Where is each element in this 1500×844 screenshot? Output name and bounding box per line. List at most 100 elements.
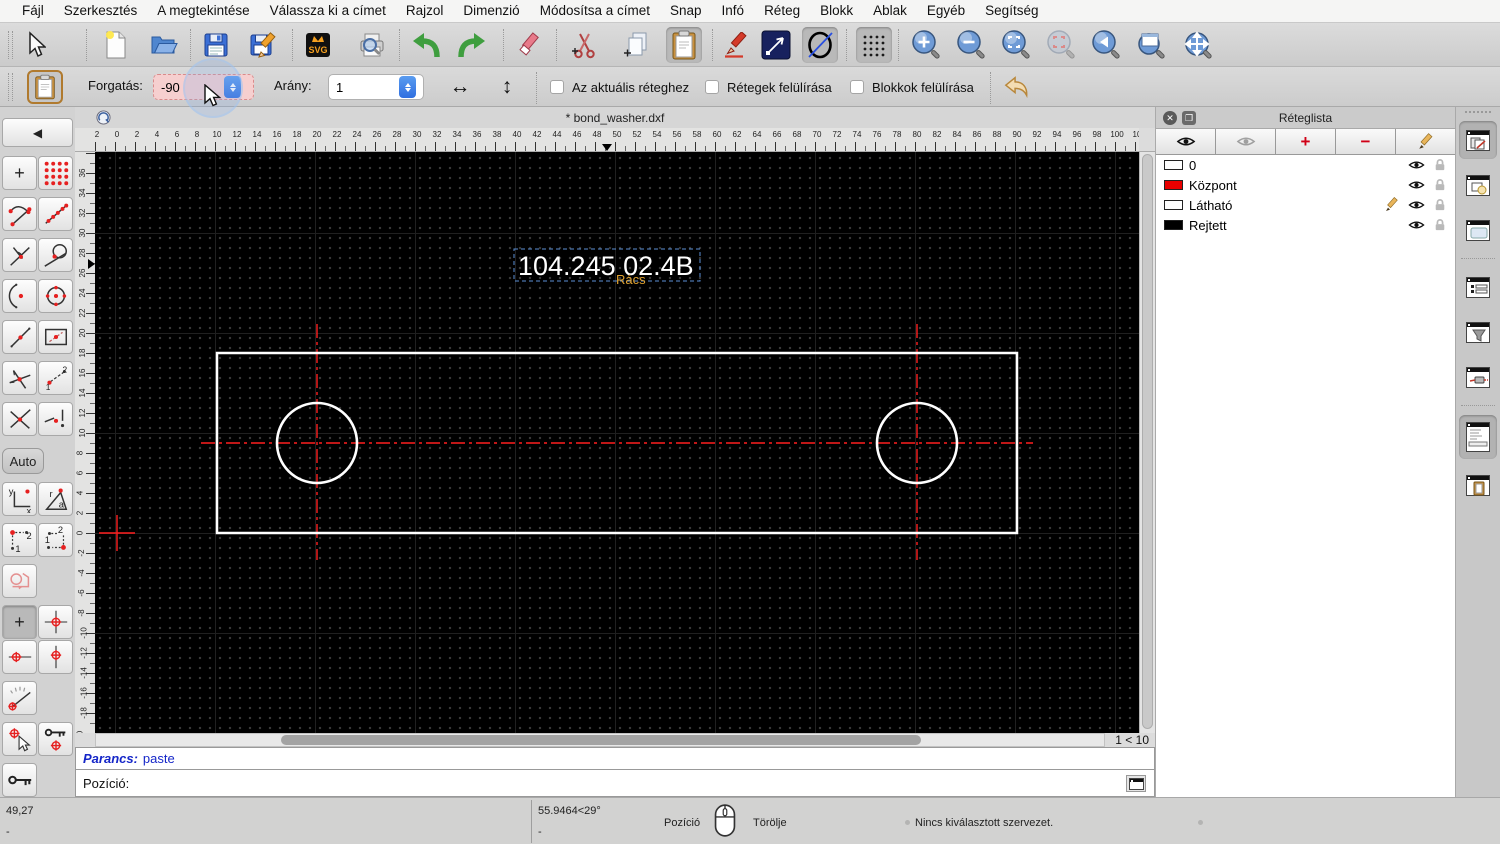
horizontal-scrollbar[interactable]	[95, 733, 1105, 747]
snap-perpendicular-button[interactable]	[2, 238, 37, 272]
menu-item[interactable]: Ablak	[863, 0, 917, 22]
menu-item[interactable]: Rajzol	[396, 0, 454, 22]
snap-reference-button[interactable]	[38, 320, 73, 354]
layer-lock-toggle[interactable]	[1431, 178, 1449, 192]
snap-free-button[interactable]: +	[2, 156, 37, 190]
snap-intersection-manual-button[interactable]	[2, 402, 37, 436]
snap-vertical-button[interactable]	[38, 402, 73, 436]
layer-visibility-toggle[interactable]	[1407, 199, 1425, 211]
zoom-in-button[interactable]	[908, 27, 944, 63]
scale-input[interactable]	[329, 79, 399, 95]
set-relative-zero-button[interactable]	[2, 722, 37, 756]
menu-item[interactable]: Snap	[660, 0, 712, 22]
line-tool-button[interactable]	[758, 27, 794, 63]
restrict-orthogonal-button[interactable]	[38, 605, 73, 639]
corner-sequence-b-button[interactable]: 12	[38, 523, 73, 557]
layer-visibility-toggle[interactable]	[1407, 179, 1425, 191]
layer-row[interactable]: 0	[1156, 155, 1455, 175]
add-layer-button[interactable]: +	[1276, 129, 1336, 154]
layer-lock-toggle[interactable]	[1431, 218, 1449, 232]
snap-grid-button[interactable]	[38, 156, 73, 190]
pen-palette-dock-button[interactable]	[1459, 358, 1497, 396]
layer-list-dock-button[interactable]	[1459, 121, 1497, 159]
menu-item[interactable]: Szerkesztés	[54, 0, 148, 22]
snap-circle-center-button[interactable]	[38, 279, 73, 313]
menu-item[interactable]: Dimenzió	[453, 0, 529, 22]
library-browser-dock-button[interactable]	[1459, 211, 1497, 249]
redo-button[interactable]	[454, 27, 490, 63]
delete-eraser-button[interactable]	[512, 27, 548, 63]
rotation-spinner[interactable]	[224, 76, 241, 98]
flip-horizontal-button[interactable]: ↔	[443, 71, 477, 103]
dock-drag-handle[interactable]	[1465, 111, 1491, 115]
menu-item[interactable]: Egyéb	[917, 0, 975, 22]
toolbar-drag-handle[interactable]	[8, 31, 13, 59]
rotation-input[interactable]	[154, 79, 224, 95]
zoom-out-button[interactable]	[953, 27, 989, 63]
new-file-button[interactable]	[98, 27, 134, 63]
layer-visibility-toggle[interactable]	[1407, 219, 1425, 231]
layer-panel-titlebar[interactable]: ✕ ❐ Réteglista	[1156, 107, 1455, 129]
menu-item[interactable]: Infó	[712, 0, 755, 22]
clipboard-dock-button[interactable]	[1459, 466, 1497, 504]
open-file-button[interactable]	[146, 27, 182, 63]
toolbar-drag-handle[interactable]	[8, 73, 13, 101]
menu-item[interactable]: Módosítsa a címet	[530, 0, 660, 22]
show-all-layers-button[interactable]	[1156, 129, 1216, 154]
checkbox-override-layers[interactable]	[705, 80, 719, 94]
zoom-previous-button[interactable]	[1088, 27, 1124, 63]
vertical-scrollbar[interactable]	[1139, 152, 1155, 733]
snap-middle-button[interactable]	[2, 320, 37, 354]
restrict-free-button[interactable]: +	[2, 605, 37, 639]
corner-sequence-a-button[interactable]: 12	[2, 523, 37, 557]
selection-filter-dock-button[interactable]	[1459, 313, 1497, 351]
vertical-scrollbar-thumb[interactable]	[1142, 154, 1153, 729]
snap-center-button[interactable]	[2, 279, 37, 313]
command-dock-button[interactable]	[1126, 775, 1146, 792]
checkbox-override-blocks[interactable]	[850, 80, 864, 94]
paste-options-tool-button[interactable]	[27, 70, 63, 104]
command-line-dock-button[interactable]	[1459, 415, 1497, 459]
save-as-button[interactable]	[245, 27, 281, 63]
cut-button[interactable]	[566, 27, 602, 63]
coordinate-cartesian-button[interactable]: yx	[2, 482, 37, 516]
menu-item[interactable]: Réteg	[754, 0, 810, 22]
lock-relative-zero-button[interactable]	[38, 722, 73, 756]
zoom-auto-button[interactable]	[998, 27, 1034, 63]
block-list-dock-button[interactable]	[1459, 166, 1497, 204]
horizontal-scrollbar-thumb[interactable]	[281, 735, 921, 745]
menu-item[interactable]: A megtekintése	[147, 0, 259, 22]
snap-endpoints-button[interactable]	[2, 197, 37, 231]
remove-layer-button[interactable]: −	[1336, 129, 1396, 154]
print-preview-button[interactable]	[354, 27, 390, 63]
svg-export-button[interactable]: SVG	[300, 27, 336, 63]
draw-pen-button[interactable]	[718, 27, 754, 63]
undo-button[interactable]	[408, 27, 444, 63]
float-window-icon[interactable]: ❐	[1182, 111, 1196, 125]
hide-all-layers-button[interactable]	[1216, 129, 1276, 154]
command-line[interactable]: Parancs: paste	[75, 747, 1155, 770]
zoom-pan-button[interactable]	[1180, 27, 1216, 63]
menu-item[interactable]: Blokk	[810, 0, 863, 22]
coordinate-polar-button[interactable]: ra	[38, 482, 73, 516]
save-button[interactable]	[198, 27, 234, 63]
menu-item[interactable]: Válassza ki a címet	[260, 0, 396, 22]
close-icon[interactable]: ✕	[1163, 111, 1177, 125]
edit-layer-button[interactable]	[1396, 129, 1455, 154]
back-button[interactable]: ◀	[2, 118, 73, 147]
layer-lock-toggle[interactable]	[1431, 158, 1449, 172]
layer-row[interactable]: Rejtett	[1156, 215, 1455, 235]
snap-on-entity-button[interactable]	[38, 197, 73, 231]
angle-gauge-button[interactable]	[2, 681, 37, 715]
entity-list-dock-button[interactable]	[1459, 268, 1497, 306]
menu-item[interactable]: Fájl	[12, 0, 54, 22]
position-line[interactable]: Pozíció:	[75, 770, 1155, 797]
menu-item[interactable]: Segítség	[975, 0, 1048, 22]
pointer-tool-button[interactable]	[16, 27, 52, 63]
lock-all-button[interactable]	[2, 763, 37, 797]
ellipse-tool-button[interactable]	[802, 27, 838, 63]
zoom-window-button[interactable]	[1133, 27, 1169, 63]
snap-distance-points-button[interactable]: 12	[38, 361, 73, 395]
snap-auto-button[interactable]: Auto	[2, 448, 44, 474]
copy-button[interactable]	[618, 27, 654, 63]
